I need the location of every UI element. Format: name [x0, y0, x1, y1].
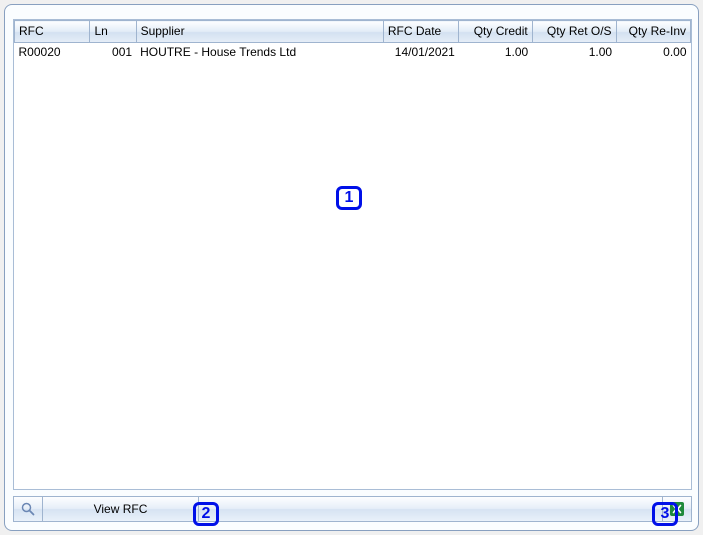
rfc-grid[interactable]: RFC Ln Supplier RFC Date Qty Credit Qty …: [13, 19, 692, 490]
col-rfc[interactable]: RFC: [15, 21, 90, 43]
cell-qty-ret-os: 1.00: [532, 43, 616, 62]
col-rfc-date[interactable]: RFC Date: [383, 21, 458, 43]
cell-qty-reinv: 0.00: [616, 43, 690, 62]
rfc-table: RFC Ln Supplier RFC Date Qty Credit Qty …: [14, 20, 691, 61]
rfc-panel: RFC Ln Supplier RFC Date Qty Credit Qty …: [4, 4, 699, 531]
cell-ln: 001: [90, 43, 136, 62]
cell-qty-credit: 1.00: [459, 43, 532, 62]
annotation-marker-2: 2: [193, 502, 219, 526]
cell-rfc-date: 14/01/2021: [383, 43, 458, 62]
col-supplier[interactable]: Supplier: [136, 21, 383, 43]
header-row: RFC Ln Supplier RFC Date Qty Credit Qty …: [15, 21, 691, 43]
magnifier-icon: [21, 502, 35, 516]
col-qty-credit[interactable]: Qty Credit: [459, 21, 532, 43]
cell-supplier: HOUTRE - House Trends Ltd: [136, 43, 383, 62]
view-rfc-button[interactable]: View RFC: [43, 496, 199, 522]
col-qty-ret-os[interactable]: Qty Ret O/S: [532, 21, 616, 43]
view-rfc-label: View RFC: [94, 502, 148, 516]
search-button[interactable]: [13, 496, 43, 522]
bottom-toolbar: View RFC: [13, 496, 692, 522]
toolbar-spacer: [199, 496, 662, 522]
cell-rfc: R00020: [15, 43, 90, 62]
col-ln[interactable]: Ln: [90, 21, 136, 43]
table-row[interactable]: R00020 001 HOUTRE - House Trends Ltd 14/…: [15, 43, 691, 62]
annotation-marker-3: 3: [652, 502, 678, 526]
col-qty-reinv[interactable]: Qty Re-Inv: [616, 21, 690, 43]
annotation-marker-1: 1: [336, 186, 362, 210]
